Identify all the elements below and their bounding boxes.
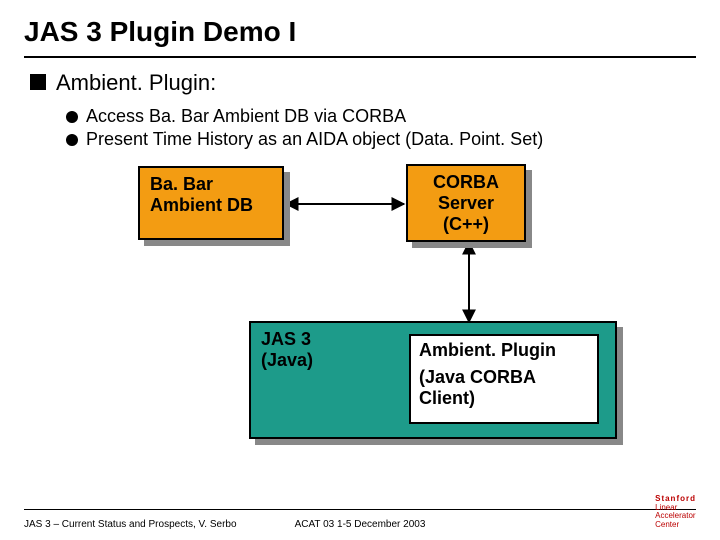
footer-center: ACAT 03 1-5 December 2003 <box>24 519 696 530</box>
box-ambient-plugin: Ambient. Plugin (Java CORBA Client) <box>409 334 599 424</box>
box-line: CORBA <box>418 172 514 193</box>
box-babar-ambient-db: Ba. Bar Ambient DB <box>138 166 284 240</box>
disc-bullet-icon <box>66 111 78 123</box>
box-line: Client) <box>419 388 589 409</box>
title-block: JAS 3 Plugin Demo I <box>24 16 696 58</box>
box-line: Ambient DB <box>150 195 272 216</box>
architecture-diagram: Ba. Bar Ambient DB CORBA Server (C++) JA… <box>24 152 696 462</box>
slide-title: JAS 3 Plugin Demo I <box>24 16 696 48</box>
box-line: (Java CORBA <box>419 367 589 388</box>
slide-footer: JAS 3 – Current Status and Prospects, V.… <box>24 495 696 530</box>
sub-bullet-2: Present Time History as an AIDA object (… <box>66 129 696 150</box>
sub-bullet-text: Present Time History as an AIDA object (… <box>86 129 543 150</box>
box-line: Ba. Bar <box>150 174 272 195</box>
sub-bullet-text: Access Ba. Bar Ambient DB via CORBA <box>86 106 406 127</box>
sub-bullet-1: Access Ba. Bar Ambient DB via CORBA <box>66 106 696 127</box>
disc-bullet-icon <box>66 134 78 146</box>
bullet-text: Ambient. Plugin: <box>56 70 216 96</box>
box-line: (C++) <box>418 214 514 235</box>
square-bullet-icon <box>30 74 46 90</box>
box-line: Ambient. Plugin <box>419 340 589 361</box>
sub-bullet-list: Access Ba. Bar Ambient DB via CORBA Pres… <box>66 106 696 150</box>
box-corba-server: CORBA Server (C++) <box>406 164 526 242</box>
box-line: Server <box>418 193 514 214</box>
bullet-level-1: Ambient. Plugin: <box>30 70 696 96</box>
